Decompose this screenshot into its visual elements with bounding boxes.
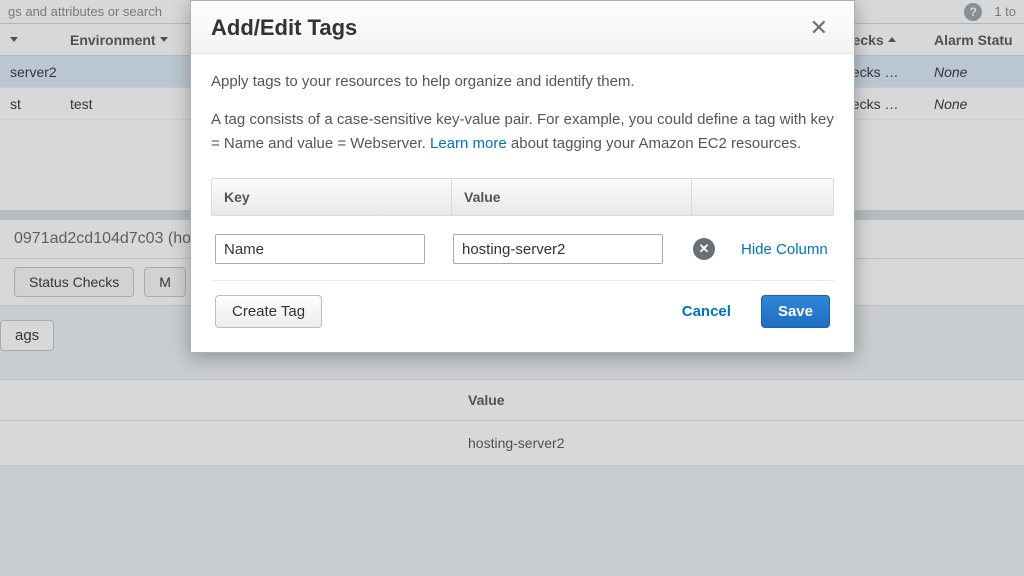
tag-table-header: Key Value <box>211 178 834 216</box>
create-tag-button[interactable]: Create Tag <box>215 295 322 328</box>
remove-tag-icon[interactable]: ✕ <box>693 238 715 260</box>
chevron-down-icon <box>10 37 18 42</box>
tab-m: M <box>144 267 186 297</box>
col-blank <box>0 37 60 42</box>
chevron-down-icon <box>160 37 168 42</box>
tag-row: ✕ Hide Column <box>211 216 834 281</box>
add-edit-tags-modal: Add/Edit Tags ✕ Apply tags to your resou… <box>190 0 855 353</box>
modal-description: A tag consists of a case-sensitive key-v… <box>211 108 834 156</box>
learn-more-link[interactable]: Learn more <box>430 135 507 152</box>
value-column-header: Value <box>0 379 1024 421</box>
hide-column-link[interactable]: Hide Column <box>741 241 828 258</box>
modal-intro: Apply tags to your resources to help org… <box>211 70 834 94</box>
modal-actions: Create Tag Cancel Save <box>211 281 834 332</box>
cancel-button[interactable]: Cancel <box>666 296 747 327</box>
col-alarm: Alarm Statu <box>924 32 1024 48</box>
modal-title: Add/Edit Tags <box>211 15 357 41</box>
tab-status-checks: Status Checks <box>14 267 134 297</box>
col-environment: Environment <box>60 32 180 48</box>
header-key: Key <box>212 179 452 215</box>
tag-key-input[interactable] <box>215 234 425 264</box>
help-icon: ? <box>964 3 982 21</box>
close-icon[interactable]: ✕ <box>804 15 834 41</box>
search-placeholder-text: gs and attributes or search <box>8 4 162 19</box>
value-row: hosting-server2 <box>0 421 1024 466</box>
chevron-up-icon <box>888 37 896 42</box>
pager-text: 1 to <box>994 4 1016 19</box>
subtab-tags: ags <box>0 320 54 351</box>
save-button[interactable]: Save <box>761 295 830 328</box>
modal-header: Add/Edit Tags ✕ <box>191 1 854 54</box>
tag-value-input[interactable] <box>453 234 663 264</box>
header-value: Value <box>452 179 692 215</box>
